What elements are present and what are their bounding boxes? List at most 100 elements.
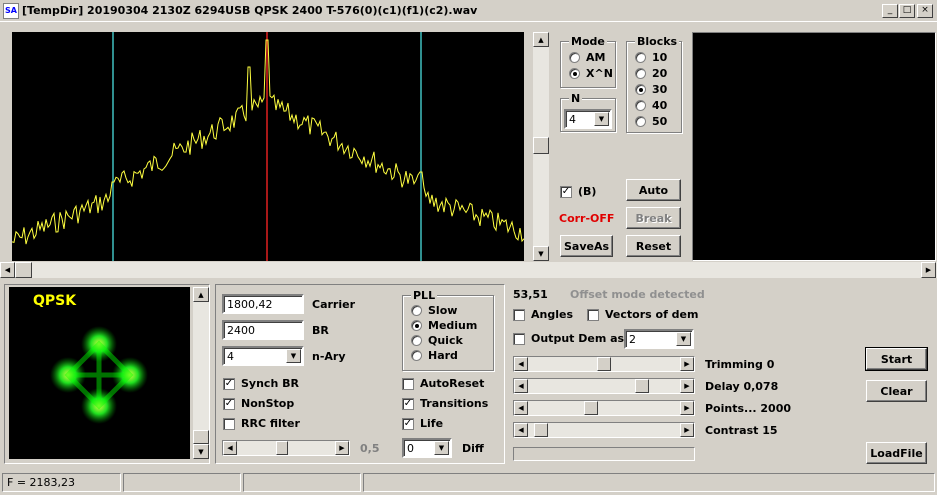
auto-button-label: Auto: [638, 183, 669, 197]
scroll-down-button[interactable]: ▼: [533, 246, 549, 261]
life-label: Life: [420, 417, 444, 430]
rrc-slider[interactable]: ◀ ▶: [222, 440, 350, 456]
n-group-title: N: [569, 92, 583, 105]
arrow-left-icon[interactable]: ◀: [514, 423, 528, 437]
trimming-label: Trimming 0: [705, 358, 775, 371]
constellation-scroll-thumb[interactable]: [193, 430, 209, 444]
output-dem-select[interactable]: 2 ▼: [624, 329, 694, 349]
arrow-right-icon[interactable]: ▶: [680, 379, 694, 393]
pll-radio-hard[interactable]: Hard: [411, 349, 458, 362]
blocks-radio-40[interactable]: 40: [635, 99, 667, 112]
pll-group-title: PLL: [411, 289, 438, 302]
contrast-slider[interactable]: ◀ ▶: [513, 422, 695, 438]
blocks-radio-50[interactable]: 50: [635, 115, 667, 128]
pll-label-medium: Medium: [428, 319, 478, 332]
constellation-transitions: [64, 340, 134, 410]
rrc-slider-thumb[interactable]: [276, 441, 288, 455]
loadfile-button[interactable]: LoadFile: [866, 442, 927, 464]
scroll-left-button[interactable]: ◀: [0, 262, 15, 278]
chevron-down-icon[interactable]: ▼: [286, 349, 301, 363]
arrow-left-icon[interactable]: ◀: [514, 401, 528, 415]
vertical-scrollbar[interactable]: ▲ ▼: [533, 32, 549, 261]
window-title: [TempDir] 20190304 2130Z 6294USB QPSK 24…: [22, 4, 478, 17]
br-input[interactable]: 2400: [222, 320, 304, 340]
life-checkbox[interactable]: ✓ Life: [402, 417, 443, 430]
arrow-up-icon: ▲: [538, 35, 544, 44]
nonstop-label: NonStop: [241, 397, 295, 410]
minimize-button[interactable]: _: [882, 4, 898, 18]
output-check-mark: [513, 332, 525, 345]
contrast-slider-thumb[interactable]: [534, 423, 548, 437]
clear-button[interactable]: Clear: [866, 380, 927, 402]
break-button[interactable]: Break: [626, 207, 681, 229]
constellation-cloud: [50, 326, 148, 424]
constellation-scroll-up[interactable]: ▲: [193, 287, 209, 302]
start-button[interactable]: Start: [865, 347, 928, 371]
transitions-checkbox[interactable]: ✓ Transitions: [402, 397, 488, 410]
pll-group: PLL Slow Medium Quick Hard: [402, 289, 494, 371]
vertical-scroll-thumb[interactable]: [533, 137, 549, 154]
pll-radio-quick[interactable]: Quick: [411, 334, 463, 347]
chevron-down-icon[interactable]: ▼: [676, 332, 691, 346]
mode-am-radio[interactable]: AM: [569, 51, 605, 64]
blocks-radio-10[interactable]: 10: [635, 51, 667, 64]
constellation-scroll-down[interactable]: ▼: [193, 444, 209, 459]
blocks-radio-20[interactable]: 20: [635, 67, 667, 80]
spectrum-svg: [11, 32, 525, 261]
blocks-group-title: Blocks: [635, 35, 680, 48]
rrc-filter-checkbox[interactable]: RRC filter: [223, 417, 300, 430]
arrow-right-icon[interactable]: ▶: [680, 401, 694, 415]
arrow-right-icon[interactable]: ▶: [680, 357, 694, 371]
constellation-scrollbar[interactable]: ▲ ▼: [193, 287, 209, 459]
maximize-icon: □: [902, 5, 912, 15]
trimming-slider[interactable]: ◀ ▶: [513, 356, 695, 372]
arrow-left-icon[interactable]: ◀: [514, 379, 528, 393]
auto-button[interactable]: Auto: [626, 179, 681, 201]
arrow-left-icon[interactable]: ◀: [514, 357, 528, 371]
points-slider[interactable]: ◀ ▶: [513, 400, 695, 416]
scroll-up-button[interactable]: ▲: [533, 32, 549, 47]
app-icon[interactable]: SA: [3, 3, 19, 19]
reset-button[interactable]: Reset: [626, 235, 681, 257]
delay-slider-thumb[interactable]: [635, 379, 649, 393]
nonstop-checkbox[interactable]: ✓ NonStop: [223, 397, 294, 410]
points-slider-thumb[interactable]: [584, 401, 598, 415]
n-select[interactable]: 4 ▼: [564, 109, 612, 129]
trimming-slider-thumb[interactable]: [597, 357, 611, 371]
points-label: Points... 2000: [705, 402, 792, 415]
n-group: N 4 ▼: [560, 92, 616, 132]
spectrum-display[interactable]: [11, 32, 525, 261]
arrow-left-icon[interactable]: ◀: [223, 441, 237, 455]
synch-br-checkbox[interactable]: ✓ Synch BR: [223, 377, 299, 390]
autoreset-checkbox[interactable]: AutoReset: [402, 377, 484, 390]
b-check-mark: ✓: [560, 185, 572, 198]
arrow-down-icon: ▼: [198, 447, 204, 456]
chevron-down-icon[interactable]: ▼: [594, 112, 609, 126]
horizontal-scroll-thumb[interactable]: [15, 262, 32, 278]
arrow-left-icon: ◀: [4, 266, 11, 274]
maximize-button[interactable]: □: [899, 4, 915, 18]
carrier-input[interactable]: 1800,42: [222, 294, 304, 314]
blocks-group: Blocks 10 20 30 40 50: [626, 35, 682, 133]
arrow-right-icon[interactable]: ▶: [335, 441, 349, 455]
arrow-right-icon[interactable]: ▶: [680, 423, 694, 437]
horizontal-scrollbar[interactable]: ◀ ▶: [0, 262, 937, 278]
saveas-button[interactable]: SaveAs: [560, 235, 613, 257]
pll-radio-slow[interactable]: Slow: [411, 304, 457, 317]
n-select-value: 4: [569, 112, 576, 126]
output-dem-checkbox[interactable]: Output Dem as: [513, 332, 624, 345]
angles-checkbox[interactable]: Angles: [513, 308, 573, 321]
blocks-radio-30[interactable]: 30: [635, 83, 667, 96]
close-button[interactable]: ×: [917, 4, 933, 18]
chevron-down-icon[interactable]: ▼: [434, 441, 449, 455]
scroll-right-button[interactable]: ▶: [921, 262, 936, 278]
status-pane-3: [243, 473, 361, 492]
constellation-display: QPSK: [9, 287, 190, 459]
diff-select[interactable]: 0 ▼: [402, 438, 452, 458]
pll-radio-medium[interactable]: Medium: [411, 319, 477, 332]
delay-slider[interactable]: ◀ ▶: [513, 378, 695, 394]
vectors-checkbox[interactable]: Vectors of dem: [587, 308, 698, 321]
b-checkbox[interactable]: ✓ (B): [560, 185, 596, 198]
mode-xn-radio[interactable]: X^N: [569, 67, 613, 80]
nary-select[interactable]: 4 ▼: [222, 346, 304, 366]
